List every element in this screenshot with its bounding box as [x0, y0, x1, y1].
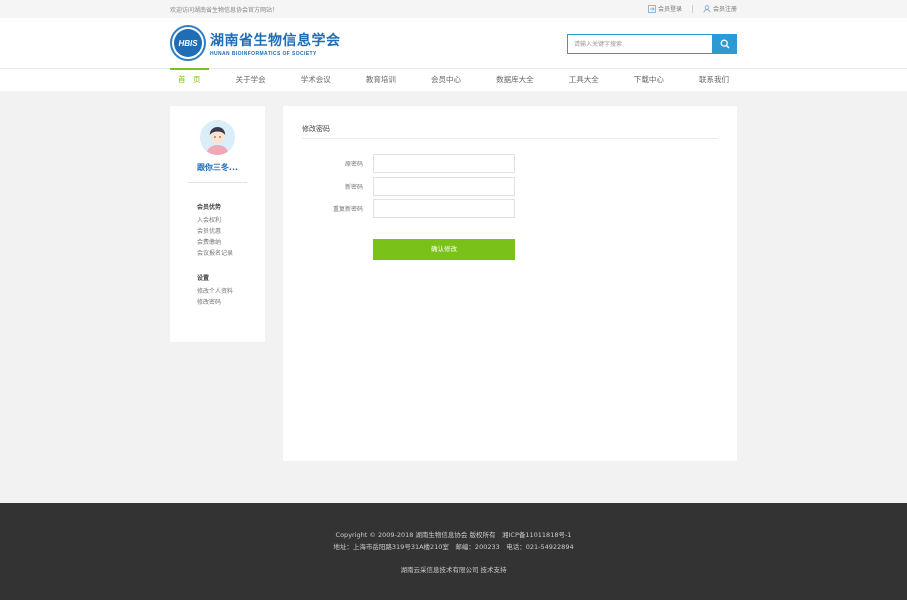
logo-name-en: HUNAN BIOINFORMATICS OF SOCIETY: [210, 50, 317, 57]
top-links-divider: [691, 4, 693, 13]
sidebar-item-member-discounts[interactable]: 会员优惠: [197, 226, 233, 237]
nav-item-databases[interactable]: 数据库大全: [488, 69, 542, 92]
member-register-link[interactable]: 会员注册: [703, 4, 737, 13]
nav-item-tools[interactable]: 工具大全: [561, 69, 607, 92]
member-login-link[interactable]: 会员登录: [648, 4, 682, 13]
sidebar-group-title: 设置: [197, 275, 210, 282]
new-password-label: 新密码: [344, 184, 363, 191]
search-input[interactable]: [567, 34, 713, 54]
footer-tech-support: 湖南云采信息技术有限公司 技术支持: [400, 566, 507, 574]
sidebar-item-edit-profile[interactable]: 修改个人资料: [197, 286, 233, 297]
sidebar-group-benefits: 会员优势 入会权利 会员优惠 会费缴纳 会议报名记录: [197, 202, 233, 259]
welcome-text: 欢迎访问湖南省生物信息协会官方网站！: [170, 7, 279, 14]
member-register-label: 会员注册: [712, 6, 737, 13]
sidebar-group-title: 会员优势: [197, 204, 222, 211]
login-icon: [648, 4, 656, 13]
nav-item-downloads[interactable]: 下载中心: [626, 69, 672, 92]
nav-item-home[interactable]: 首 页: [170, 68, 209, 92]
top-bar: 欢迎访问湖南省生物信息协会官方网站！ 会员登录 会员注册: [0, 0, 907, 18]
sidebar-divider: [188, 182, 247, 183]
member-login-label: 会员登录: [657, 6, 682, 13]
logo-text: 湖南省生物信息学会 HUNAN BIOINFORMATICS OF SOCIET…: [210, 30, 341, 57]
form-row-old-password: 原密码: [283, 154, 737, 173]
logo-badge-text: HBIS: [174, 29, 202, 57]
nav-item-member-center[interactable]: 会员中心: [423, 69, 469, 92]
old-password-field[interactable]: [373, 154, 515, 173]
change-password-panel: 修改密码 原密码 新密码 重复新密码 确认修改: [283, 106, 737, 461]
top-links: 会员登录 会员注册: [648, 4, 737, 13]
search-icon: [720, 39, 730, 49]
form-row-repeat-password: 重复新密码: [283, 199, 737, 218]
user-avatar-icon: [200, 120, 235, 155]
site-logo[interactable]: HBIS 湖南省生物信息学会 HUNAN BIOINFORMATICS OF S…: [170, 25, 341, 61]
nav-item-conference[interactable]: 学术会议: [293, 69, 339, 92]
sidebar-item-fee-payment[interactable]: 会费缴纳: [197, 237, 233, 248]
footer-copyright: Copyright © 2009-2018 湖南生物信息协会 版权所有 湘ICP…: [335, 531, 572, 539]
page-title: 修改密码: [302, 125, 330, 133]
confirm-change-button[interactable]: 确认修改: [373, 239, 515, 260]
footer-address: 地址：上海市岳阳路319号31A楼210室 邮编：200233 电话：021-5…: [333, 543, 574, 551]
sidebar-item-change-password[interactable]: 修改密码: [197, 297, 233, 308]
form-row-new-password: 新密码: [283, 177, 737, 196]
user-icon: [703, 4, 711, 13]
main-nav: 首 页 关于学会 学术会议 教育培训 会员中心 数据库大全 工具大全 下载中心 …: [0, 68, 907, 91]
logo-badge: HBIS: [170, 25, 206, 61]
username: 跟你三冬...: [196, 163, 239, 172]
header: HBIS 湖南省生物信息学会 HUNAN BIOINFORMATICS OF S…: [0, 18, 907, 68]
nav-item-training[interactable]: 教育培训: [358, 69, 404, 92]
sidebar-item-membership-rights[interactable]: 入会权利: [197, 215, 233, 226]
sidebar-group-settings: 设置 修改个人资料 修改密码: [197, 273, 233, 308]
repeat-password-label: 重复新密码: [332, 206, 363, 213]
new-password-field[interactable]: [373, 177, 515, 196]
nav-item-about[interactable]: 关于学会: [228, 69, 274, 92]
search-button[interactable]: [713, 34, 737, 54]
avatar[interactable]: [200, 120, 235, 155]
sidebar-item-conference-registrations[interactable]: 会议报名记录: [197, 248, 233, 259]
title-divider: [302, 138, 718, 139]
repeat-password-field[interactable]: [373, 199, 515, 218]
footer: Copyright © 2009-2018 湖南生物信息协会 版权所有 湘ICP…: [0, 503, 907, 600]
search-box: [567, 34, 737, 54]
member-sidebar: 跟你三冬... 会员优势 入会权利 会员优惠 会费缴纳 会议报名记录 设置 修改…: [170, 106, 265, 342]
nav-item-contact[interactable]: 联系我们: [691, 69, 737, 92]
old-password-label: 原密码: [344, 161, 363, 168]
logo-name-cn: 湖南省生物信息学会: [210, 32, 341, 49]
